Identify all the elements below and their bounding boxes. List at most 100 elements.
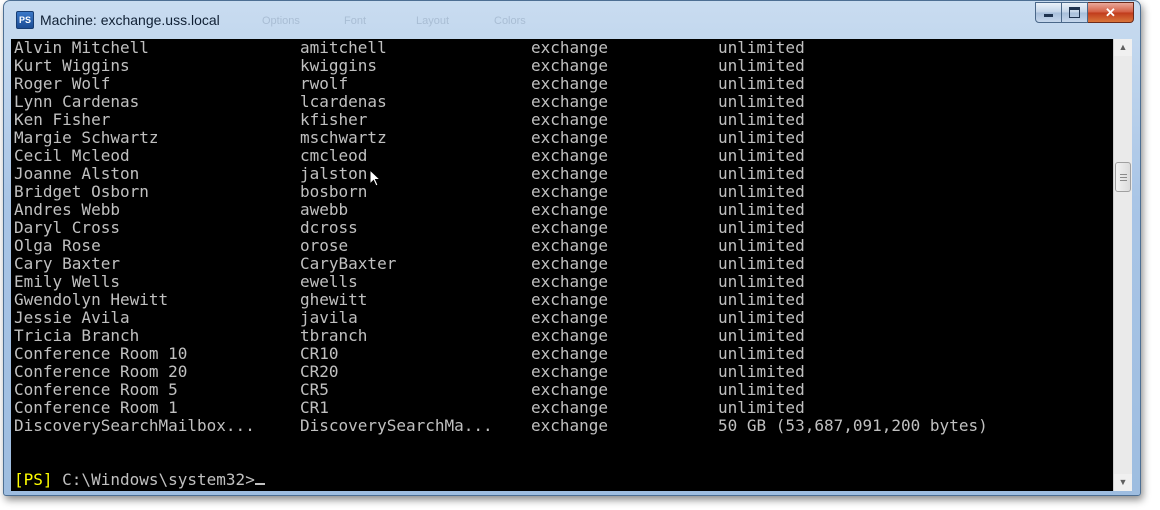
table-row: DiscoverySearchMailbox... DiscoverySearch… bbox=[14, 417, 1104, 435]
mailbox-server: exchange bbox=[531, 74, 609, 93]
mailbox-alias: rwolf bbox=[300, 74, 349, 93]
table-row: Andres Webb awebb exchange unlimited bbox=[14, 201, 1104, 219]
mailbox-alias: kwiggins bbox=[300, 56, 378, 75]
table-row: Gwendolyn Hewitt ghewitt exchange unlimited bbox=[14, 291, 1104, 309]
mailbox-quota: unlimited bbox=[718, 56, 805, 75]
maximize-icon bbox=[1069, 7, 1080, 18]
console-output[interactable]: Alvin Mitchell amitchell exchange unlimited… bbox=[11, 39, 1113, 491]
mailbox-alias: DiscoverySearchMa... bbox=[300, 416, 493, 435]
mailbox-alias: ghewitt bbox=[300, 290, 368, 309]
mailbox-server: exchange bbox=[531, 398, 609, 417]
mailbox-server: exchange bbox=[531, 110, 609, 129]
close-icon: ✕ bbox=[1105, 4, 1116, 20]
table-row: Olga Rose orose exchange unlimited bbox=[14, 237, 1104, 255]
mailbox-quota: unlimited bbox=[718, 362, 805, 381]
background-toolbar-hint: Colors bbox=[494, 15, 526, 27]
mailbox-server: exchange bbox=[531, 416, 609, 435]
background-toolbar-hint: Font bbox=[344, 15, 367, 27]
mailbox-server: exchange bbox=[531, 182, 609, 201]
mailbox-quota: unlimited bbox=[718, 39, 805, 57]
mailbox-server: exchange bbox=[531, 164, 609, 183]
mailbox-alias: mschwartz bbox=[300, 128, 387, 147]
mailbox-quota: unlimited bbox=[718, 74, 805, 93]
scroll-thumb[interactable] bbox=[1115, 162, 1131, 192]
arrow-up-icon: ▲ bbox=[1118, 42, 1128, 52]
window-title: Machine: exchange.uss.local bbox=[40, 12, 220, 28]
mailbox-quota: unlimited bbox=[718, 398, 805, 417]
mailbox-alias: CR20 bbox=[300, 362, 339, 381]
mailbox-alias: CR10 bbox=[300, 344, 339, 363]
mailbox-alias: bosborn bbox=[300, 182, 368, 201]
grip-line bbox=[1120, 180, 1127, 181]
mailbox-quota: unlimited bbox=[718, 92, 805, 111]
title-bar[interactable]: PS Machine: exchange.uss.local Options F… bbox=[4, 1, 1140, 39]
console-window: PS Machine: exchange.uss.local Options F… bbox=[3, 0, 1141, 496]
mailbox-name: Gwendolyn Hewitt bbox=[14, 290, 169, 309]
table-row: Conference Room 5 CR5 exchange unlimited bbox=[14, 381, 1104, 399]
mailbox-name: Olga Rose bbox=[14, 236, 101, 255]
mailbox-name: Kurt Wiggins bbox=[14, 56, 130, 75]
mailbox-quota: unlimited bbox=[718, 344, 805, 363]
mailbox-server: exchange bbox=[531, 146, 609, 165]
table-row: Ken Fisher kfisher exchange unlimited bbox=[14, 111, 1104, 129]
mailbox-alias: ewells bbox=[300, 272, 358, 291]
mailbox-name: Alvin Mitchell bbox=[14, 39, 149, 57]
mailbox-alias: CR1 bbox=[300, 398, 329, 417]
mailbox-alias: CaryBaxter bbox=[300, 254, 397, 273]
table-row: Conference Room 1 CR1 exchange unlimited bbox=[14, 399, 1104, 417]
vertical-scrollbar[interactable]: ▲ ▼ bbox=[1113, 39, 1132, 491]
mailbox-quota: unlimited bbox=[718, 200, 805, 219]
mailbox-alias: lcardenas bbox=[300, 92, 387, 111]
mailbox-alias: javila bbox=[300, 308, 358, 327]
minimize-button[interactable] bbox=[1035, 2, 1062, 23]
command-prompt[interactable]: [PS] C:\Windows\system32> bbox=[14, 471, 265, 489]
mailbox-quota: unlimited bbox=[718, 164, 805, 183]
mailbox-name: Ken Fisher bbox=[14, 110, 111, 129]
mailbox-name: Conference Room 1 bbox=[14, 398, 178, 417]
mailbox-name: Conference Room 5 bbox=[14, 380, 178, 399]
mailbox-server: exchange bbox=[531, 254, 609, 273]
background-toolbar-hint: Layout bbox=[416, 15, 450, 27]
mailbox-server: exchange bbox=[531, 92, 609, 111]
mailbox-alias: cmcleod bbox=[300, 146, 368, 165]
table-row: Alvin Mitchell amitchell exchange unlimited bbox=[14, 39, 1104, 57]
mailbox-quota: unlimited bbox=[718, 290, 805, 309]
background-toolbar-hint: Options bbox=[262, 15, 300, 27]
mailbox-server: exchange bbox=[531, 39, 609, 57]
mailbox-alias: awebb bbox=[300, 200, 349, 219]
table-row: Margie Schwartz mschwartz exchange unlimite… bbox=[14, 129, 1104, 147]
scroll-down-button[interactable]: ▼ bbox=[1114, 474, 1132, 491]
mailbox-server: exchange bbox=[531, 200, 609, 219]
table-row: Roger Wolf rwolf exchange unlimited bbox=[14, 75, 1104, 93]
scroll-up-button[interactable]: ▲ bbox=[1114, 39, 1132, 56]
powershell-icon[interactable]: PS bbox=[16, 11, 34, 29]
mailbox-quota: unlimited bbox=[718, 326, 805, 345]
arrow-down-icon: ▼ bbox=[1118, 477, 1128, 487]
grip-line bbox=[1120, 174, 1127, 175]
mailbox-server: exchange bbox=[531, 272, 609, 291]
mailbox-server: exchange bbox=[531, 326, 609, 345]
mailbox-quota: unlimited bbox=[718, 110, 805, 129]
mailbox-table: Alvin Mitchell amitchell exchange unlimited… bbox=[14, 39, 1104, 435]
minimize-icon bbox=[1044, 14, 1053, 17]
mailbox-server: exchange bbox=[531, 56, 609, 75]
table-row: Conference Room 20 CR20 exchange unlimited bbox=[14, 363, 1104, 381]
mailbox-quota: unlimited bbox=[718, 146, 805, 165]
mailbox-name: Emily Wells bbox=[14, 272, 120, 291]
mailbox-server: exchange bbox=[531, 290, 609, 309]
maximize-button[interactable] bbox=[1062, 2, 1088, 23]
close-button[interactable]: ✕ bbox=[1088, 2, 1134, 23]
mailbox-name: Cecil Mcleod bbox=[14, 146, 130, 165]
mailbox-quota: unlimited bbox=[718, 218, 805, 237]
mailbox-quota: unlimited bbox=[718, 236, 805, 255]
grip-line bbox=[1120, 177, 1127, 178]
mailbox-quota: unlimited bbox=[718, 380, 805, 399]
ps-session-tag: [PS] bbox=[14, 470, 53, 489]
mailbox-name: Conference Room 20 bbox=[14, 362, 188, 381]
mailbox-alias: amitchell bbox=[300, 39, 387, 57]
mailbox-server: exchange bbox=[531, 362, 609, 381]
mailbox-server: exchange bbox=[531, 128, 609, 147]
mailbox-name: Margie Schwartz bbox=[14, 128, 159, 147]
mailbox-name: Daryl Cross bbox=[14, 218, 120, 237]
mailbox-quota: unlimited bbox=[718, 182, 805, 201]
